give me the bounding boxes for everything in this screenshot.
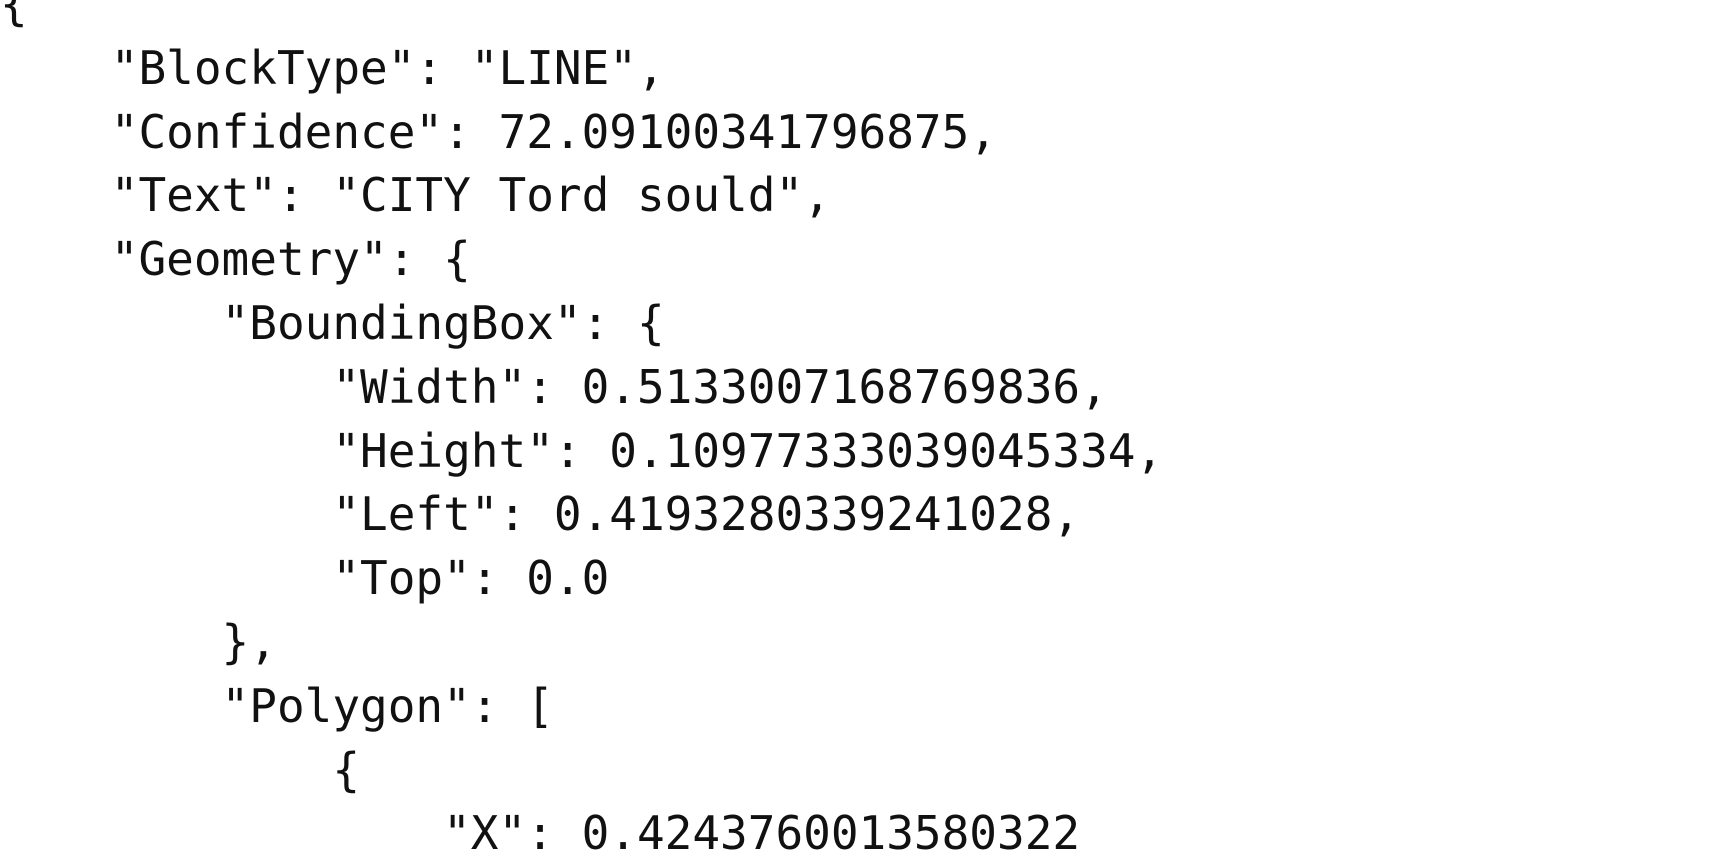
code-line: { <box>0 742 361 797</box>
code-line: "Geometry": { <box>0 232 471 287</box>
code-line: { <box>0 0 28 31</box>
code-line: "Polygon": [ <box>0 678 554 733</box>
json-text-view: { "BlockType": "LINE", "Confidence": 72.… <box>0 0 1734 866</box>
code-line: "Text": "CITY Tord sould", <box>0 168 831 223</box>
code-line: "Width": 0.5133007168769836, <box>0 359 1108 414</box>
code-line: "BoundingBox": { <box>0 295 665 350</box>
code-line: "X": 0.4243760013580322 <box>0 806 1081 861</box>
code-line: "Confidence": 72.09100341796875, <box>0 104 997 159</box>
code-line: "Height": 0.10977333039045334, <box>0 423 1164 478</box>
code-line: "Left": 0.4193280339241028, <box>0 487 1081 542</box>
code-line: "BlockType": "LINE", <box>0 40 665 95</box>
code-line: "Top": 0.0 <box>0 551 610 606</box>
code-line: }, <box>0 614 277 669</box>
